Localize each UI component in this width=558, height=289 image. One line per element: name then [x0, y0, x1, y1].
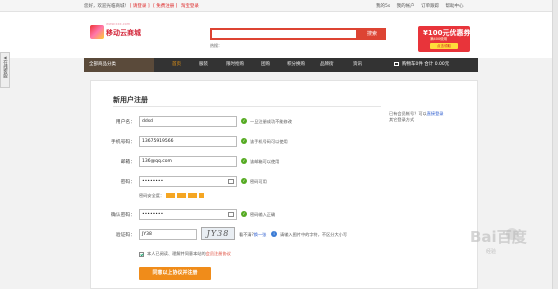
phone-input[interactable]: 13675919566 [139, 136, 237, 147]
top-bar-links: 我的5s 我的帐户 订单跟踪 帮助中心 [376, 3, 469, 9]
register-submit-button[interactable]: 同意以上协议并注册 [139, 267, 211, 280]
check-icon: ✓ [241, 118, 247, 124]
captcha-image[interactable]: JY38 [201, 227, 235, 240]
login-link[interactable]: [ 请登录 ] [130, 4, 150, 9]
phone-hint: 该手机号码可以使用 [250, 139, 288, 144]
header: www.xxx.com 移动云商城 搜索 热搜： ¥100元优惠券 满400使用… [0, 12, 558, 58]
phone-label: 手机号码： [111, 140, 135, 145]
password-hint: 密码可用 [250, 179, 267, 184]
search-button[interactable]: 搜索 [358, 28, 386, 40]
username-hint: 一旦注册成功不能修改 [250, 119, 292, 124]
mini-cart[interactable]: 购物车0件 合计 0.00元 [394, 58, 449, 72]
password-strength-label: 密码安全度： [139, 193, 165, 198]
keyboard-icon[interactable] [228, 179, 234, 184]
register-link[interactable]: [ 免费注册 ] [153, 4, 177, 9]
search-input[interactable] [210, 28, 358, 40]
welcome-text: 您好，欢迎光临商城! [84, 4, 127, 9]
coupon-claim-button[interactable]: 点击领取 [430, 43, 458, 49]
top-link-help[interactable]: 帮助中心 [446, 4, 464, 9]
check-icon: ✓ [241, 158, 247, 164]
cart-summary: 购物车0件 合计 0.00元 [402, 62, 450, 67]
online-service-tab[interactable]: ◀ 在线客服 [0, 52, 10, 88]
refresh-text: 看不清? [239, 232, 254, 237]
password-label: 密码： [120, 180, 135, 185]
direct-login-link[interactable]: 直接登录 [427, 111, 444, 116]
watermark-brand: Bai百度 [470, 228, 527, 246]
main-nav: 全部商品分类 首页 服装 限时抢购 团购 积分换购 品牌街 资讯 购物车0件 合… [84, 58, 478, 72]
confirm-password-value: •••••••• [142, 212, 164, 217]
nav-item-news[interactable]: 资讯 [353, 58, 362, 72]
top-link-my5s[interactable]: 我的5s [376, 4, 390, 9]
refresh-link[interactable]: 换一张 [254, 232, 267, 237]
site-logo[interactable]: www.xxx.com 移动云商城 [90, 22, 150, 44]
logo-text: 移动云商城 [106, 29, 141, 37]
baidu-watermark: Bai百度 经验 [470, 226, 556, 266]
keyboard-icon[interactable] [228, 212, 234, 217]
scrollbar[interactable] [552, 0, 558, 289]
top-link-account[interactable]: 我的帐户 [397, 4, 415, 9]
top-bar: 您好，欢迎光临商城! [ 请登录 ] [ 免费注册 ] 淘宝登录 我的5s 我的… [0, 0, 558, 12]
nav-item-group-buy[interactable]: 团购 [261, 58, 270, 72]
strength-bar-medium [177, 193, 187, 198]
username-label: 用户名： [115, 120, 135, 125]
password-input[interactable]: •••••••• [139, 176, 237, 187]
strength-bar-strong [188, 193, 198, 198]
coupon-condition: 满400使用 [430, 37, 448, 41]
confirm-password-input[interactable]: •••••••• [139, 209, 237, 220]
email-hint: 该邮箱可以使用 [250, 159, 280, 164]
top-bar-left: 您好，欢迎光临商城! [ 请登录 ] [ 免费注册 ] 淘宝登录 [84, 3, 201, 9]
other-login-methods[interactable]: 其它登录方式 [389, 117, 443, 123]
agreement-link[interactable]: 会员注册协议 [206, 251, 231, 256]
watermark-sub: 经验 [486, 249, 497, 255]
login-aside: 已有会员帐号？可以直接登录 其它登录方式 [389, 111, 443, 123]
online-service-label: 在线客服 [2, 60, 8, 78]
registration-panel: 新用户注册 用户名： ddsd ✓ 一旦注册成功不能修改 手机号码： 13675… [90, 80, 478, 289]
check-icon: ✓ [241, 178, 247, 184]
nav-item-flash-sale[interactable]: 限时抢购 [226, 58, 244, 72]
nav-item-points[interactable]: 积分换购 [287, 58, 305, 72]
aside-text: 已有会员帐号？可以 [389, 111, 427, 116]
username-input[interactable]: ddsd [139, 116, 237, 127]
captcha-label: 验证码： [115, 233, 135, 238]
check-icon: ✓ [241, 211, 247, 217]
all-categories-menu[interactable]: 全部商品分类 [84, 58, 154, 72]
confirm-password-hint: 密码输入正确 [250, 212, 276, 217]
coupon-banner[interactable]: ¥100元优惠券 满400使用 点击领取 [418, 26, 470, 52]
nav-item-brands[interactable]: 品牌街 [320, 58, 334, 72]
email-label: 邮箱： [120, 160, 135, 165]
agreement-row: 本人已阅读、理解并同意本站的会员注册协议 [139, 251, 231, 257]
strength-bar-weak [166, 193, 176, 198]
email-input[interactable]: 136@qq.com [139, 156, 237, 167]
captcha-refresh: 看不清?换一张 [239, 232, 266, 238]
top-link-orders[interactable]: 订单跟踪 [421, 4, 439, 9]
info-icon: i [271, 231, 277, 237]
captcha-input[interactable]: JY38 [139, 229, 197, 240]
strength-bar-end [199, 193, 205, 198]
check-icon: ✓ [241, 138, 247, 144]
page-title: 新用户注册 [113, 96, 148, 104]
taobao-login-link[interactable]: 淘宝登录 [181, 4, 199, 9]
hot-search-label: 热搜： [210, 43, 222, 48]
captcha-hint: 请输入图片中的字符，不区分大小写 [280, 232, 348, 237]
nav-item-home[interactable]: 首页 [172, 58, 181, 72]
password-value: •••••••• [142, 179, 164, 184]
logo-subtext: www.xxx.com [106, 22, 131, 26]
nav-item-clothing[interactable]: 服装 [199, 58, 208, 72]
agree-text: 本人已阅读、理解并同意本站的 [147, 251, 206, 256]
confirm-password-label: 确认密码： [111, 213, 135, 218]
title-divider [113, 106, 381, 107]
agree-checkbox[interactable] [139, 251, 144, 257]
cart-icon [394, 61, 399, 66]
logo-mark-icon [90, 25, 104, 39]
